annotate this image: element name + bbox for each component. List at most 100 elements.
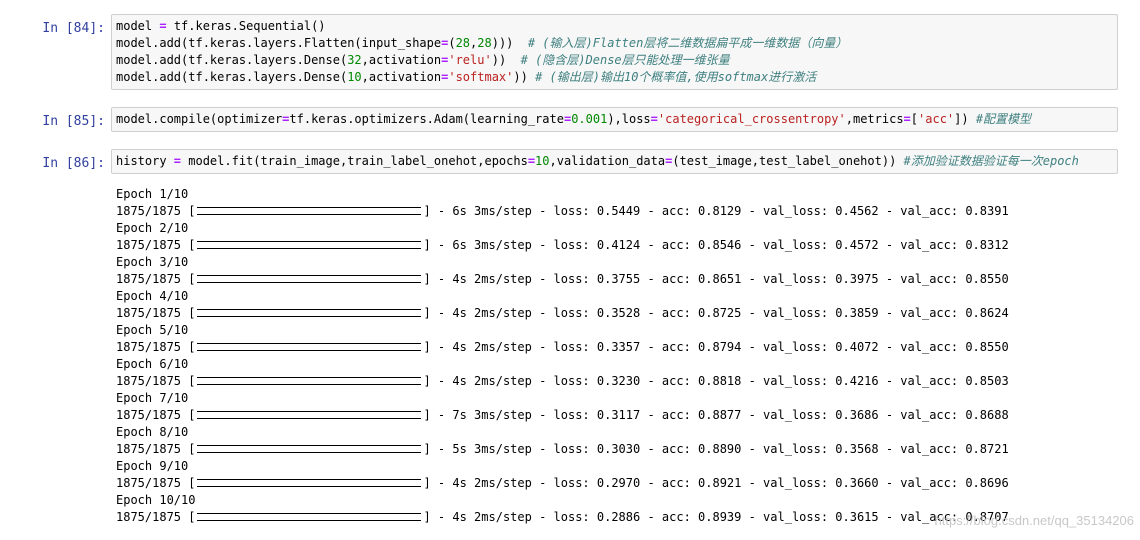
- epoch-header: Epoch 2/10: [116, 221, 189, 235]
- code-input-area[interactable]: model.compile(optimizer = tf.keras.optimiz…: [111, 107, 1118, 132]
- progress-bar: [197, 274, 422, 283]
- code-token: =: [159, 19, 167, 33]
- epoch-progress-line: 1875/1875 [ ] - 5s 3ms/step - loss: 0.303…: [116, 441, 1116, 458]
- code-token: #配置模型: [975, 112, 1032, 126]
- code-token: [: [910, 112, 919, 126]
- code-token: #添加验证数据验证每一次epoch: [903, 154, 1079, 168]
- epoch-metrics: ] - 4s 2ms/step - loss: 0.2886 - acc: 0.…: [423, 510, 1009, 524]
- code-input-area[interactable]: history = model.fit(train_image,train_la…: [111, 149, 1118, 174]
- step-count: 1875/1875 [: [116, 442, 196, 456]
- epoch-header: Epoch 10/10: [116, 493, 196, 507]
- step-count: 1875/1875 [: [116, 238, 196, 252]
- step-count: 1875/1875 [: [116, 374, 196, 388]
- step-count: 1875/1875 [: [116, 272, 196, 286]
- step-count: 1875/1875 [: [116, 408, 196, 422]
- progress-bar: [197, 240, 422, 249]
- epoch-header: Epoch 7/10: [116, 391, 189, 405]
- code-line: model = tf.keras.Sequential(): [116, 18, 1113, 35]
- cell-prompt: In [86]:: [42, 156, 105, 171]
- cell-output: Epoch 1/10 1875/1875 [ ] - 6s 3ms/step - l…: [116, 186, 1116, 526]
- code-token: =: [527, 154, 536, 168]
- epoch-header: Epoch 8/10: [116, 425, 189, 439]
- code-token: 'categorical_crossentropy': [657, 112, 846, 126]
- progress-bar: [197, 342, 422, 351]
- code-token: =: [173, 154, 182, 168]
- cell-prompt: In [85]:: [42, 114, 105, 129]
- epoch-header: Epoch 9/10: [116, 459, 189, 473]
- code-token: 'softmax': [448, 70, 514, 84]
- code-token: history: [116, 154, 174, 168]
- epoch-progress-line: 1875/1875 [ ] - 7s 3ms/step - loss: 0.311…: [116, 407, 1116, 424]
- epoch-metrics: ] - 4s 2ms/step - loss: 0.3230 - acc: 0.…: [423, 374, 1009, 388]
- code-token: )): [513, 70, 536, 84]
- code-token: 10: [347, 70, 362, 84]
- epoch-metrics: ] - 5s 3ms/step - loss: 0.3030 - acc: 0.…: [423, 442, 1009, 456]
- code-token: 'relu': [448, 53, 492, 67]
- code-token: =: [650, 112, 658, 126]
- epoch-metrics: ] - 4s 2ms/step - loss: 0.2970 - acc: 0.…: [423, 476, 1009, 490]
- code-token: ,activation: [361, 70, 442, 84]
- code-line: model.add(tf.keras.layers.Flatten(input_…: [116, 35, 1113, 52]
- code-token: (: [448, 36, 456, 50]
- code-token: ))): [491, 36, 528, 50]
- code-token: 'acc': [918, 112, 955, 126]
- epoch-progress-line: 1875/1875 [ ] - 4s 2ms/step - loss: 0.375…: [116, 271, 1116, 288]
- code-token: 28: [477, 36, 492, 50]
- code-token: # (隐含层)Dense层只能处理一维张量: [520, 53, 730, 67]
- epoch-metrics: ] - 4s 2ms/step - loss: 0.3528 - acc: 0.…: [423, 306, 1009, 320]
- code-token: (test_image,test_label_onehot)): [672, 154, 904, 168]
- step-count: 1875/1875 [: [116, 476, 196, 490]
- cell-prompt: In [84]:: [42, 21, 105, 36]
- progress-bar: [197, 376, 422, 385]
- code-token: model: [116, 19, 160, 33]
- epoch-metrics: ] - 6s 3ms/step - loss: 0.5449 - acc: 0.…: [423, 204, 1009, 218]
- code-token: 28: [455, 36, 471, 50]
- code-token: ,validation_data: [549, 154, 666, 168]
- code-token: model.add(tf.keras.layers.Dense(: [116, 53, 348, 67]
- epoch-metrics: ] - 4s 2ms/step - loss: 0.3357 - acc: 0.…: [423, 340, 1009, 354]
- code-token: 0.001: [571, 112, 608, 126]
- progress-bar: [197, 512, 422, 521]
- code-token: ,activation: [361, 53, 442, 67]
- step-count: 1875/1875 [: [116, 204, 196, 218]
- epoch-header: Epoch 3/10: [116, 255, 189, 269]
- code-input-area[interactable]: model = tf.keras.Sequential() model.add(t…: [111, 14, 1118, 90]
- epoch-metrics: ] - 4s 2ms/step - loss: 0.3755 - acc: 0.…: [423, 272, 1009, 286]
- epoch-progress-line: 1875/1875 [ ] - 6s 3ms/step - loss: 0.544…: [116, 203, 1116, 220]
- code-token: # (输出层)输出10个概率值,使用softmax进行激活: [535, 70, 817, 84]
- step-count: 1875/1875 [: [116, 340, 196, 354]
- code-token: model.fit(train_image,train_label_onehot…: [181, 154, 528, 168]
- code-token: # (输入层)Flatten层将二维数据扁平成一维数据（向量）: [527, 36, 848, 50]
- epoch-progress-line: 1875/1875 [ ] - 4s 2ms/step - loss: 0.335…: [116, 339, 1116, 356]
- code-line: history = model.fit(train_image,train_la…: [116, 153, 1113, 170]
- epoch-metrics: ] - 6s 3ms/step - loss: 0.4124 - acc: 0.…: [423, 238, 1009, 252]
- epoch-progress-line: 1875/1875 [ ] - 4s 2ms/step - loss: 0.297…: [116, 475, 1116, 492]
- epoch-metrics: ] - 7s 3ms/step - loss: 0.3117 - acc: 0.…: [423, 408, 1009, 422]
- code-token: model.add(tf.keras.layers.Dense(: [116, 70, 348, 84]
- code-token: ),loss: [607, 112, 651, 126]
- code-token: tf.keras.optimizers.Adam(learning_rate: [289, 112, 564, 126]
- progress-bar: [197, 444, 422, 453]
- code-line: model.add(tf.keras.layers.Dense(10,activ…: [116, 69, 1113, 86]
- step-count: 1875/1875 [: [116, 306, 196, 320]
- code-token: =: [903, 112, 911, 126]
- code-line: model.compile(optimizer = tf.keras.optimiz…: [116, 111, 1113, 128]
- watermark: https://blog.csdn.net/qq_35134206: [934, 513, 1135, 528]
- epoch-header: Epoch 6/10: [116, 357, 189, 371]
- step-count: 1875/1875 [: [116, 510, 196, 524]
- code-token: 10: [535, 154, 550, 168]
- epoch-header: Epoch 4/10: [116, 289, 189, 303]
- epoch-header: Epoch 5/10: [116, 323, 189, 337]
- progress-bar: [197, 206, 422, 215]
- code-token: ,metrics: [845, 112, 904, 126]
- code-token: model.add(tf.keras.layers.Flatten(input_…: [116, 36, 442, 50]
- epoch-progress-line: 1875/1875 [ ] - 4s 2ms/step - loss: 0.352…: [116, 305, 1116, 322]
- epoch-header: Epoch 1/10: [116, 187, 189, 201]
- epoch-progress-line: 1875/1875 [ ] - 6s 3ms/step - loss: 0.412…: [116, 237, 1116, 254]
- progress-bar: [197, 410, 422, 419]
- code-line: model.add(tf.keras.layers.Dense(32,activ…: [116, 52, 1113, 69]
- progress-bar: [197, 308, 422, 317]
- code-token: 32: [347, 53, 362, 67]
- epoch-progress-line: 1875/1875 [ ] - 4s 2ms/step - loss: 0.323…: [116, 373, 1116, 390]
- code-token: ]): [954, 112, 976, 126]
